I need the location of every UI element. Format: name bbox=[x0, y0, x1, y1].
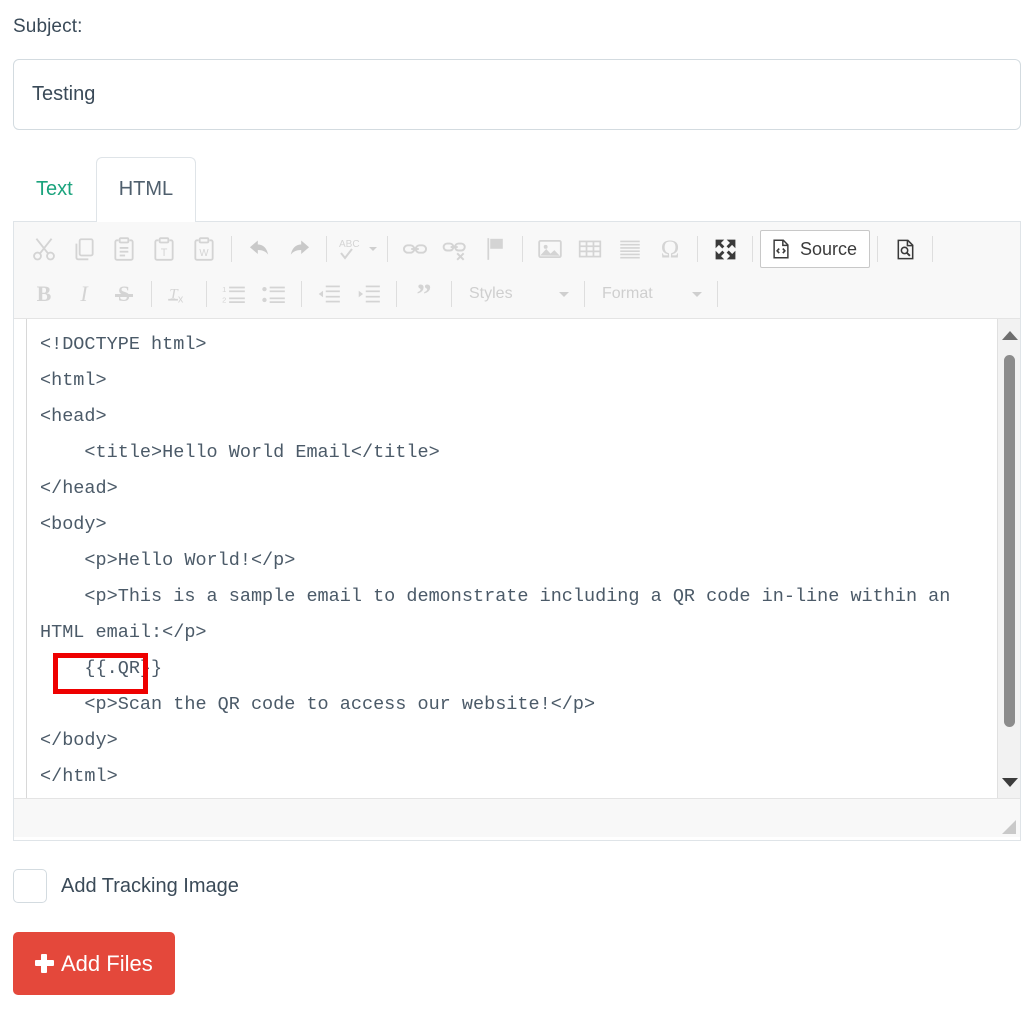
scroll-up-arrow-icon[interactable] bbox=[998, 322, 1020, 348]
svg-text:ABC: ABC bbox=[339, 239, 360, 250]
svg-text:x: x bbox=[178, 294, 184, 306]
editor-status-bar bbox=[14, 799, 1020, 837]
toolbar-row-2: B I S T x bbox=[18, 272, 1016, 316]
omega-glyph: Ω bbox=[660, 235, 680, 263]
increase-indent-icon[interactable] bbox=[349, 275, 389, 313]
spell-check-icon[interactable]: ABC bbox=[334, 230, 380, 268]
svg-text:2: 2 bbox=[222, 296, 226, 305]
source-button-label: Source bbox=[800, 238, 858, 259]
add-tracking-image-row: Add Tracking Image bbox=[13, 869, 239, 903]
toolbar-separator bbox=[697, 236, 698, 262]
source-code-area: <!DOCTYPE html> <html> <head> <title>Hel… bbox=[14, 319, 1020, 799]
format-dropdown[interactable]: Format bbox=[592, 277, 710, 311]
toolbar-row-1: T W ABC Ω Source bbox=[18, 226, 1016, 272]
link-icon[interactable] bbox=[395, 230, 435, 268]
toolbar-separator bbox=[301, 281, 302, 307]
toolbar-separator bbox=[932, 236, 934, 262]
cut-icon[interactable] bbox=[24, 230, 64, 268]
editor-tabs: Text HTML bbox=[13, 157, 197, 222]
quote-glyph: ” bbox=[416, 277, 432, 311]
source-icon bbox=[770, 238, 792, 260]
strike-glyph: S bbox=[114, 281, 134, 307]
email-composer-page: Subject: Text HTML bbox=[0, 0, 1034, 1017]
preview-icon[interactable] bbox=[885, 230, 925, 268]
subject-input[interactable] bbox=[13, 59, 1021, 130]
styles-dropdown[interactable]: Styles bbox=[459, 277, 577, 311]
tab-text[interactable]: Text bbox=[13, 157, 96, 221]
italic-icon[interactable]: I bbox=[64, 275, 104, 313]
toolbar-separator bbox=[717, 281, 718, 307]
svg-text:T: T bbox=[161, 247, 168, 259]
toolbar-separator bbox=[584, 281, 585, 307]
toolbar-separator bbox=[231, 236, 232, 262]
scroll-down-arrow-icon[interactable] bbox=[998, 769, 1020, 795]
toolbar-separator bbox=[522, 236, 523, 262]
italic-glyph: I bbox=[80, 281, 88, 306]
strikethrough-icon[interactable]: S bbox=[104, 275, 144, 313]
toolbar-separator bbox=[752, 236, 753, 262]
tab-html[interactable]: HTML bbox=[95, 157, 197, 222]
special-character-icon[interactable]: Ω bbox=[650, 230, 690, 268]
strike-bar bbox=[114, 294, 134, 297]
blockquote-icon[interactable]: ” bbox=[404, 275, 444, 313]
styles-dropdown-label: Styles bbox=[469, 285, 513, 302]
toolbar-separator bbox=[151, 281, 152, 307]
add-files-button[interactable]: Add Files bbox=[13, 932, 175, 995]
toolbar-separator bbox=[877, 236, 879, 262]
format-dropdown-label: Format bbox=[602, 285, 653, 302]
undo-icon[interactable] bbox=[239, 230, 279, 268]
table-icon[interactable] bbox=[570, 230, 610, 268]
horizontal-rule-icon[interactable] bbox=[610, 230, 650, 268]
redo-icon[interactable] bbox=[279, 230, 319, 268]
add-tracking-image-checkbox[interactable] bbox=[13, 869, 47, 903]
editor-toolbar: T W ABC Ω Source B I T x 1 2 ” Styles Fo… bbox=[14, 222, 1020, 319]
remove-format-icon[interactable]: T x bbox=[159, 275, 199, 313]
paste-from-word-icon[interactable]: W bbox=[184, 230, 224, 268]
toolbar-separator bbox=[387, 236, 388, 262]
decrease-indent-icon[interactable] bbox=[309, 275, 349, 313]
scrollbar-thumb[interactable] bbox=[1004, 355, 1015, 727]
plus-icon bbox=[35, 954, 54, 973]
subject-label: Subject: bbox=[13, 16, 83, 37]
image-icon[interactable] bbox=[530, 230, 570, 268]
source-code-textarea[interactable]: <!DOCTYPE html> <html> <head> <title>Hel… bbox=[26, 319, 996, 798]
vertical-scrollbar[interactable] bbox=[997, 319, 1020, 798]
numbered-list-icon[interactable]: 1 2 bbox=[214, 275, 254, 313]
toolbar-separator bbox=[326, 236, 327, 262]
toolbar-separator bbox=[451, 281, 452, 307]
paste-as-plain-text-icon[interactable]: T bbox=[144, 230, 184, 268]
chevron-down-icon bbox=[692, 291, 702, 297]
svg-text:W: W bbox=[199, 248, 209, 259]
triangle-up-icon bbox=[1001, 330, 1018, 340]
bulleted-list-icon[interactable] bbox=[254, 275, 294, 313]
toolbar-separator bbox=[206, 281, 207, 307]
add-tracking-image-label: Add Tracking Image bbox=[61, 874, 239, 897]
add-files-label: Add Files bbox=[61, 950, 153, 976]
anchor-flag-icon[interactable] bbox=[475, 230, 515, 268]
paste-icon[interactable] bbox=[104, 230, 144, 268]
triangle-down-icon bbox=[1001, 777, 1018, 787]
svg-text:1: 1 bbox=[222, 285, 226, 294]
resize-handle-icon[interactable] bbox=[1000, 818, 1016, 834]
chevron-down-icon bbox=[559, 291, 569, 297]
maximize-icon[interactable] bbox=[705, 230, 745, 268]
bold-glyph: B bbox=[36, 281, 52, 306]
toolbar-separator bbox=[396, 281, 397, 307]
chevron-down-icon bbox=[369, 247, 377, 251]
unlink-icon[interactable] bbox=[435, 230, 475, 268]
source-button[interactable]: Source bbox=[760, 230, 871, 268]
bold-icon[interactable]: B bbox=[24, 275, 64, 313]
copy-icon[interactable] bbox=[64, 230, 104, 268]
html-editor: T W ABC Ω Source B I T x 1 2 ” Styles Fo… bbox=[13, 221, 1021, 841]
